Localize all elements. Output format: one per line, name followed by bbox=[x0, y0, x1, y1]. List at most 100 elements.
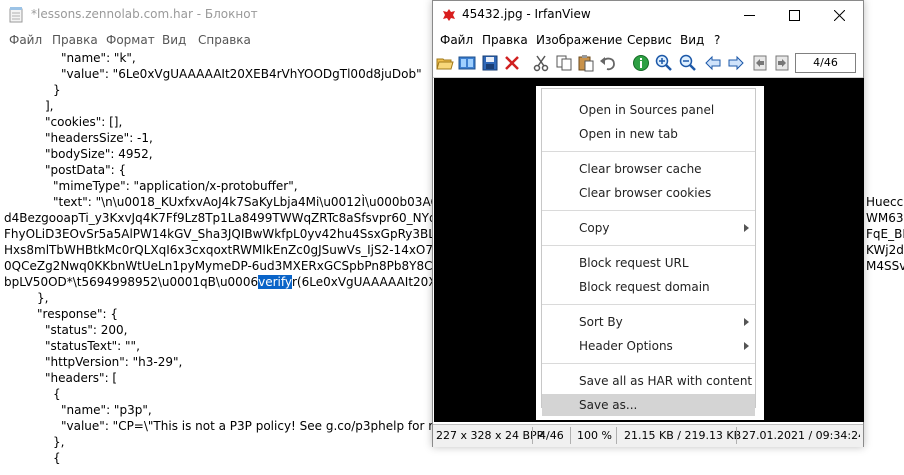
irfanview-title: 45432.jpg - IrfanView bbox=[462, 7, 591, 21]
irfanview-menu-edit[interactable]: Правка bbox=[482, 33, 528, 47]
text-line: FhyOLiD3EOvSr5a5AlPW14kGV_Sha3JQIBwWkfpL… bbox=[4, 227, 459, 241]
zoom-in-icon bbox=[655, 54, 672, 71]
minimize-button[interactable] bbox=[727, 1, 772, 30]
menu-item-clear-cookies: Clear browser cookies bbox=[579, 186, 712, 200]
text-line: "statusText": "", bbox=[45, 339, 140, 353]
previous-button[interactable] bbox=[704, 54, 722, 72]
text-line: ], bbox=[45, 99, 54, 113]
status-divider bbox=[532, 427, 533, 444]
irfanview-menu-tools[interactable]: Сервис bbox=[627, 33, 672, 47]
status-page: 4/46 bbox=[539, 429, 564, 442]
text-line: "text": "\n\u0018_KUxfxvAoJ4k7SaKyLbja4M… bbox=[53, 195, 456, 209]
submenu-arrow-icon bbox=[744, 318, 749, 326]
context-menu-screenshot: Open in Sources panel Open in new tab Cl… bbox=[541, 88, 756, 416]
irfanview-menu-image[interactable]: Изображение bbox=[536, 33, 622, 47]
status-divider bbox=[616, 427, 617, 444]
displayed-image: Open in Sources panel Open in new tab Cl… bbox=[536, 86, 764, 420]
text-line: "httpVersion": "h3-29", bbox=[45, 355, 183, 369]
next-page-button[interactable] bbox=[773, 54, 791, 72]
text-line-fragment: WM635 bbox=[866, 211, 904, 225]
text-line: "name": "p3p", bbox=[61, 403, 152, 417]
text-line: }, bbox=[53, 435, 65, 449]
thumbnails-icon bbox=[458, 56, 476, 70]
text-line: "value": "CP=\"This is not a P3P policy!… bbox=[61, 419, 448, 433]
menu-divider bbox=[542, 245, 755, 246]
zoom-out-button[interactable] bbox=[679, 54, 697, 72]
notepad-menu-help[interactable]: Справка bbox=[198, 33, 251, 47]
text-line: "postData": { bbox=[45, 163, 127, 177]
irfanview-menu-file[interactable]: Файл bbox=[440, 33, 473, 47]
text-line: "name": "k", bbox=[61, 51, 136, 65]
undo-icon bbox=[600, 57, 615, 71]
zoom-in-button[interactable] bbox=[655, 54, 673, 72]
text-line: "value": "6Le0xVgUAAAAAIt20XEB4rVhYOODgT… bbox=[61, 67, 422, 81]
submenu-arrow-icon bbox=[744, 342, 749, 350]
text-line: 0QCeZg2Nwq0KKbnWtUeLn1pyMymeDP-6ud3MXERx… bbox=[4, 259, 464, 273]
info-button[interactable] bbox=[632, 54, 650, 72]
open-button[interactable] bbox=[436, 54, 454, 72]
menu-item-open-tab: Open in new tab bbox=[579, 127, 678, 141]
irfanview-status-bar: 227 x 328 x 24 BPP 4/46 100 % 21.15 KB /… bbox=[433, 424, 863, 447]
next-page-icon bbox=[775, 55, 789, 71]
irfanview-menu-help[interactable]: ? bbox=[714, 33, 720, 47]
notepad-menu-format[interactable]: Формат bbox=[106, 33, 155, 47]
close-button[interactable] bbox=[817, 1, 862, 30]
menu-item-copy: Copy bbox=[542, 217, 755, 241]
next-icon bbox=[728, 55, 744, 71]
cut-button[interactable] bbox=[532, 54, 550, 72]
maximize-button[interactable] bbox=[772, 1, 817, 30]
text-line-fragment: M4SSvl bbox=[866, 259, 904, 273]
menu-item-sort-by: Sort By bbox=[542, 311, 755, 335]
save-button[interactable] bbox=[481, 54, 499, 72]
irfanview-menu-bar: Файл Правка Изображение Сервис Вид ? bbox=[433, 30, 863, 49]
status-divider bbox=[570, 427, 571, 444]
status-datetime: 27.01.2021 / 09:34:24 bbox=[742, 429, 860, 442]
notepad-menu-file[interactable]: Файл bbox=[9, 33, 42, 47]
delete-button[interactable] bbox=[503, 54, 521, 72]
notepad-menu-edit[interactable]: Правка bbox=[52, 33, 98, 47]
paste-icon bbox=[578, 55, 594, 72]
menu-item-open-sources: Open in Sources panel bbox=[579, 103, 715, 117]
menu-divider bbox=[542, 151, 755, 152]
menu-item-block-domain: Block request domain bbox=[579, 280, 710, 294]
status-dimensions: 227 x 328 x 24 BPP bbox=[436, 429, 544, 442]
menu-item-save-har: Save all as HAR with content bbox=[579, 374, 753, 388]
close-icon bbox=[834, 10, 845, 21]
irfanview-toolbar: 4/46 bbox=[433, 50, 863, 78]
text-line: "headersSize": -1, bbox=[45, 131, 153, 145]
text-line: Hxs8mlTbWHBtkMc0rQLXqI6x3cxqoxtRWMIkEnZc… bbox=[4, 243, 457, 257]
notepad-title: *lessons.zennolab.com.har - Блокнот bbox=[31, 7, 258, 21]
text-line-fragment: FqE_BK bbox=[866, 227, 904, 241]
menu-divider bbox=[542, 304, 755, 305]
text-line: } bbox=[53, 83, 61, 97]
image-canvas[interactable]: Open in Sources panel Open in new tab Cl… bbox=[434, 78, 864, 422]
status-zoom: 100 % bbox=[577, 429, 612, 442]
copy-icon bbox=[556, 55, 572, 71]
text-line: "status": 200, bbox=[45, 323, 128, 337]
notepad-menu-view[interactable]: Вид bbox=[162, 33, 186, 47]
paste-button[interactable] bbox=[577, 54, 595, 72]
text-line: "cookies": [], bbox=[45, 115, 123, 129]
maximize-icon bbox=[789, 10, 800, 21]
next-button[interactable] bbox=[727, 54, 745, 72]
zoom-out-icon bbox=[679, 54, 696, 71]
cut-icon bbox=[533, 55, 549, 72]
submenu-arrow-icon bbox=[744, 224, 749, 232]
open-folder-icon bbox=[436, 58, 454, 70]
text-before-selection: bpLV50OD*\t5694998952\u0001qB\u0006 bbox=[4, 275, 259, 289]
text-line: { bbox=[53, 387, 61, 401]
status-divider bbox=[736, 427, 737, 444]
text-line: "mimeType": "application/x-protobuffer", bbox=[53, 179, 298, 193]
copy-button[interactable] bbox=[555, 54, 573, 72]
text-line: "response": { bbox=[37, 307, 119, 321]
text-line: }, bbox=[37, 291, 49, 305]
thumbnails-button[interactable] bbox=[458, 54, 476, 72]
page-counter-field[interactable]: 4/46 bbox=[795, 53, 856, 73]
text-line: { bbox=[53, 451, 61, 465]
undo-button[interactable] bbox=[599, 54, 617, 72]
previous-icon bbox=[705, 55, 721, 71]
irfanview-title-bar[interactable]: 45432.jpg - IrfanView bbox=[433, 1, 863, 30]
previous-page-button[interactable] bbox=[751, 54, 769, 72]
irfanview-menu-view[interactable]: Вид bbox=[680, 33, 704, 47]
text-line: "bodySize": 4952, bbox=[45, 147, 153, 161]
